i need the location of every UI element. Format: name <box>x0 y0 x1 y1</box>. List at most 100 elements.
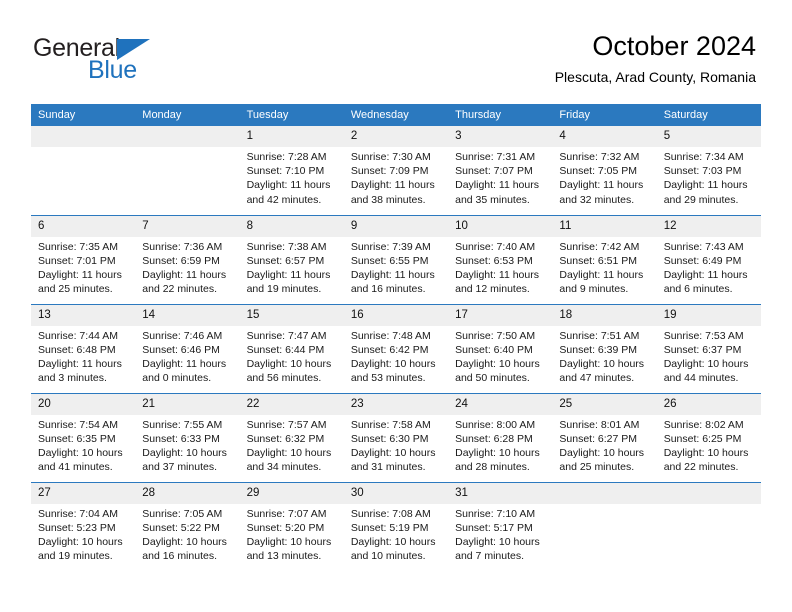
day-number: 14 <box>135 304 240 326</box>
sunset-text: Sunset: 6:37 PM <box>663 343 742 356</box>
daylight-text-line1: Daylight: 11 hours <box>142 268 227 281</box>
sunset-text: Sunset: 6:48 PM <box>38 343 116 356</box>
calendar-day-cell[interactable]: 23 Sunrise: 7:58 AM Sunset: 6:30 PM Dayligh… <box>343 392 449 482</box>
calendar-day-cell[interactable]: 27 Sunrise: 7:04 AM Sunset: 5:23 PM Dayligh… <box>31 481 136 571</box>
sunset-text: Sunset: 6:42 PM <box>350 343 429 356</box>
daylight-text-line2: and 10 minutes. <box>350 550 426 563</box>
daylight-text-line2: and 34 minutes. <box>246 461 322 474</box>
calendar-day-cell[interactable]: 10 Sunrise: 7:40 AM Sunset: 6:53 PM Dayligh… <box>448 214 553 304</box>
calendar-day-cell[interactable]: 4 Sunrise: 7:32 AM Sunset: 7:05 PM Daylight… <box>552 126 657 215</box>
day-details: Sunrise: 7:30 AM Sunset: 7:09 PM Daylight:… <box>344 147 448 207</box>
calendar-day-cell[interactable]: 3 Sunrise: 7:31 AM Sunset: 7:07 PM Daylight… <box>448 126 553 215</box>
calendar-day-cell[interactable]: 5 Sunrise: 7:34 AM Sunset: 7:03 PM Daylight… <box>656 126 761 215</box>
calendar-day-cell[interactable]: 25 Sunrise: 8:01 AM Sunset: 6:27 PM Dayligh… <box>552 392 657 482</box>
calendar-day-cell[interactable]: 17 Sunrise: 7:50 AM Sunset: 6:40 PM Dayligh… <box>448 303 553 393</box>
daylight-text-line1: Daylight: 10 hours <box>663 446 749 459</box>
daylight-text-line2: and 9 minutes. <box>559 283 629 296</box>
daylight-text-line2: and 19 minutes. <box>38 550 113 563</box>
calendar-day-cell[interactable]: 9 Sunrise: 7:39 AM Sunset: 6:55 PM Daylight… <box>343 214 449 304</box>
daylight-text-line1: Daylight: 11 hours <box>142 357 227 370</box>
calendar-day-cell[interactable]: 28 Sunrise: 7:05 AM Sunset: 5:22 PM Dayligh… <box>135 481 240 571</box>
sunrise-text: Sunrise: 8:01 AM <box>559 418 640 431</box>
sunset-text: Sunset: 6:28 PM <box>455 432 533 445</box>
daylight-text-line2: and 35 minutes. <box>455 193 530 206</box>
sunset-text: Sunset: 6:27 PM <box>559 432 638 445</box>
daylight-text-line2: and 16 minutes. <box>142 550 217 563</box>
day-details: Sunrise: 7:43 AM Sunset: 6:49 PM Daylight:… <box>657 237 761 297</box>
sunset-text: Sunset: 7:07 PM <box>455 165 533 178</box>
sunset-text: Sunset: 7:05 PM <box>559 165 638 178</box>
calendar-day-cell[interactable]: 12 Sunrise: 7:43 AM Sunset: 6:49 PM Dayligh… <box>656 214 761 304</box>
sunset-text: Sunset: 6:49 PM <box>663 254 742 267</box>
weekday-header-tuesday: Tuesday <box>239 104 344 126</box>
sunset-text: Sunset: 6:44 PM <box>246 343 325 356</box>
daylight-text-line1: Daylight: 11 hours <box>559 179 644 192</box>
day-details: Sunrise: 7:07 AM Sunset: 5:20 PM Daylight:… <box>240 504 344 564</box>
calendar-day-cell[interactable]: 31 Sunrise: 7:10 AM Sunset: 5:17 PM Dayligh… <box>448 481 553 571</box>
daylight-text-line1: Daylight: 11 hours <box>246 179 331 192</box>
calendar-day-cell[interactable]: 2 Sunrise: 7:30 AM Sunset: 7:09 PM Daylight… <box>343 126 449 215</box>
calendar-day-cell[interactable]: 22 Sunrise: 7:57 AM Sunset: 6:32 PM Dayligh… <box>239 392 344 482</box>
calendar-day-cell[interactable]: 19 Sunrise: 7:53 AM Sunset: 6:37 PM Dayligh… <box>656 303 761 393</box>
calendar-body: 1 Sunrise: 7:28 AM Sunset: 7:10 PM Daylight… <box>31 126 761 571</box>
day-details: Sunrise: 7:04 AM Sunset: 5:23 PM Daylight:… <box>31 504 135 564</box>
sunrise-text: Sunrise: 7:34 AM <box>663 151 744 163</box>
calendar-day-cell[interactable]: 15 Sunrise: 7:47 AM Sunset: 6:44 PM Dayligh… <box>239 303 344 393</box>
day-number: 7 <box>135 215 240 237</box>
calendar-day-cell[interactable]: 18 Sunrise: 7:51 AM Sunset: 6:39 PM Dayligh… <box>552 303 657 393</box>
day-number: 4 <box>552 126 657 147</box>
day-number: 12 <box>656 215 761 237</box>
weekday-header-monday: Monday <box>135 104 240 126</box>
day-number: 21 <box>135 393 240 415</box>
day-number: 6 <box>31 215 136 237</box>
sunrise-text: Sunrise: 7:04 AM <box>38 507 118 520</box>
day-number: 10 <box>448 215 553 237</box>
day-number: 31 <box>448 482 553 504</box>
sunset-text: Sunset: 6:30 PM <box>350 432 429 445</box>
day-details: Sunrise: 7:10 AM Sunset: 5:17 PM Daylight:… <box>448 504 552 564</box>
calendar-day-cell[interactable]: 26 Sunrise: 8:02 AM Sunset: 6:25 PM Dayligh… <box>656 392 761 482</box>
day-details: Sunrise: 7:31 AM Sunset: 7:07 PM Daylight:… <box>448 147 552 207</box>
day-number: 25 <box>552 393 657 415</box>
calendar-day-cell[interactable]: 14 Sunrise: 7:46 AM Sunset: 6:46 PM Dayligh… <box>135 303 240 393</box>
calendar-day-cell-empty <box>31 126 136 215</box>
day-number: 29 <box>239 482 344 504</box>
calendar-page: General Blue October 2024 Plescuta, Arad… <box>0 0 792 612</box>
calendar-day-cell[interactable]: 6 Sunrise: 7:35 AM Sunset: 7:01 PM Daylight… <box>31 214 136 304</box>
daylight-text-line2: and 6 minutes. <box>663 283 733 296</box>
sunrise-text: Sunrise: 7:39 AM <box>350 240 431 253</box>
calendar-day-cell[interactable]: 29 Sunrise: 7:07 AM Sunset: 5:20 PM Dayligh… <box>239 481 344 571</box>
day-details: Sunrise: 7:54 AM Sunset: 6:35 PM Daylight:… <box>31 415 135 475</box>
calendar-day-cell[interactable]: 20 Sunrise: 7:54 AM Sunset: 6:35 PM Dayligh… <box>31 392 136 482</box>
sunset-text: Sunset: 5:19 PM <box>350 521 429 534</box>
day-details: Sunrise: 7:47 AM Sunset: 6:44 PM Daylight:… <box>240 326 344 386</box>
sunrise-text: Sunrise: 8:00 AM <box>455 418 536 431</box>
day-details: Sunrise: 7:39 AM Sunset: 6:55 PM Daylight:… <box>344 237 448 297</box>
daylight-text-line1: Daylight: 10 hours <box>142 446 227 459</box>
calendar-day-cell[interactable]: 7 Sunrise: 7:36 AM Sunset: 6:59 PM Daylight… <box>135 214 240 304</box>
sunrise-text: Sunrise: 7:53 AM <box>663 329 744 342</box>
sunrise-text: Sunrise: 7:42 AM <box>559 240 640 253</box>
calendar-day-cell[interactable]: 13 Sunrise: 7:44 AM Sunset: 6:48 PM Dayligh… <box>31 303 136 393</box>
sunrise-text: Sunrise: 7:32 AM <box>559 151 640 163</box>
sunrise-text: Sunrise: 7:46 AM <box>142 329 223 342</box>
calendar-day-cell[interactable]: 30 Sunrise: 7:08 AM Sunset: 5:19 PM Dayligh… <box>343 481 449 571</box>
day-details: Sunrise: 7:53 AM Sunset: 6:37 PM Daylight:… <box>657 326 761 386</box>
sunset-text: Sunset: 6:59 PM <box>142 254 220 267</box>
day-details: Sunrise: 7:48 AM Sunset: 6:42 PM Daylight:… <box>344 326 448 386</box>
sunrise-text: Sunrise: 7:50 AM <box>455 329 536 342</box>
calendar-day-cell[interactable]: 8 Sunrise: 7:38 AM Sunset: 6:57 PM Daylight… <box>239 214 344 304</box>
day-number: 16 <box>343 304 449 326</box>
weekday-header-row: Sunday Monday Tuesday Wednesday Thursday… <box>31 104 761 126</box>
calendar-day-cell[interactable]: 16 Sunrise: 7:48 AM Sunset: 6:42 PM Dayligh… <box>343 303 449 393</box>
weekday-header-friday: Friday <box>552 104 657 126</box>
calendar-day-cell[interactable]: 21 Sunrise: 7:55 AM Sunset: 6:33 PM Dayligh… <box>135 392 240 482</box>
calendar-day-cell[interactable]: 24 Sunrise: 8:00 AM Sunset: 6:28 PM Dayligh… <box>448 392 553 482</box>
day-details: Sunrise: 8:02 AM Sunset: 6:25 PM Daylight:… <box>657 415 761 475</box>
calendar-day-cell[interactable]: 11 Sunrise: 7:42 AM Sunset: 6:51 PM Dayligh… <box>552 214 657 304</box>
day-number: 3 <box>448 126 553 147</box>
calendar-day-cell[interactable]: 1 Sunrise: 7:28 AM Sunset: 7:10 PM Daylight… <box>239 126 344 215</box>
day-number: 23 <box>343 393 449 415</box>
day-details: Sunrise: 8:01 AM Sunset: 6:27 PM Daylight:… <box>552 415 656 475</box>
sunrise-text: Sunrise: 7:44 AM <box>38 329 118 342</box>
